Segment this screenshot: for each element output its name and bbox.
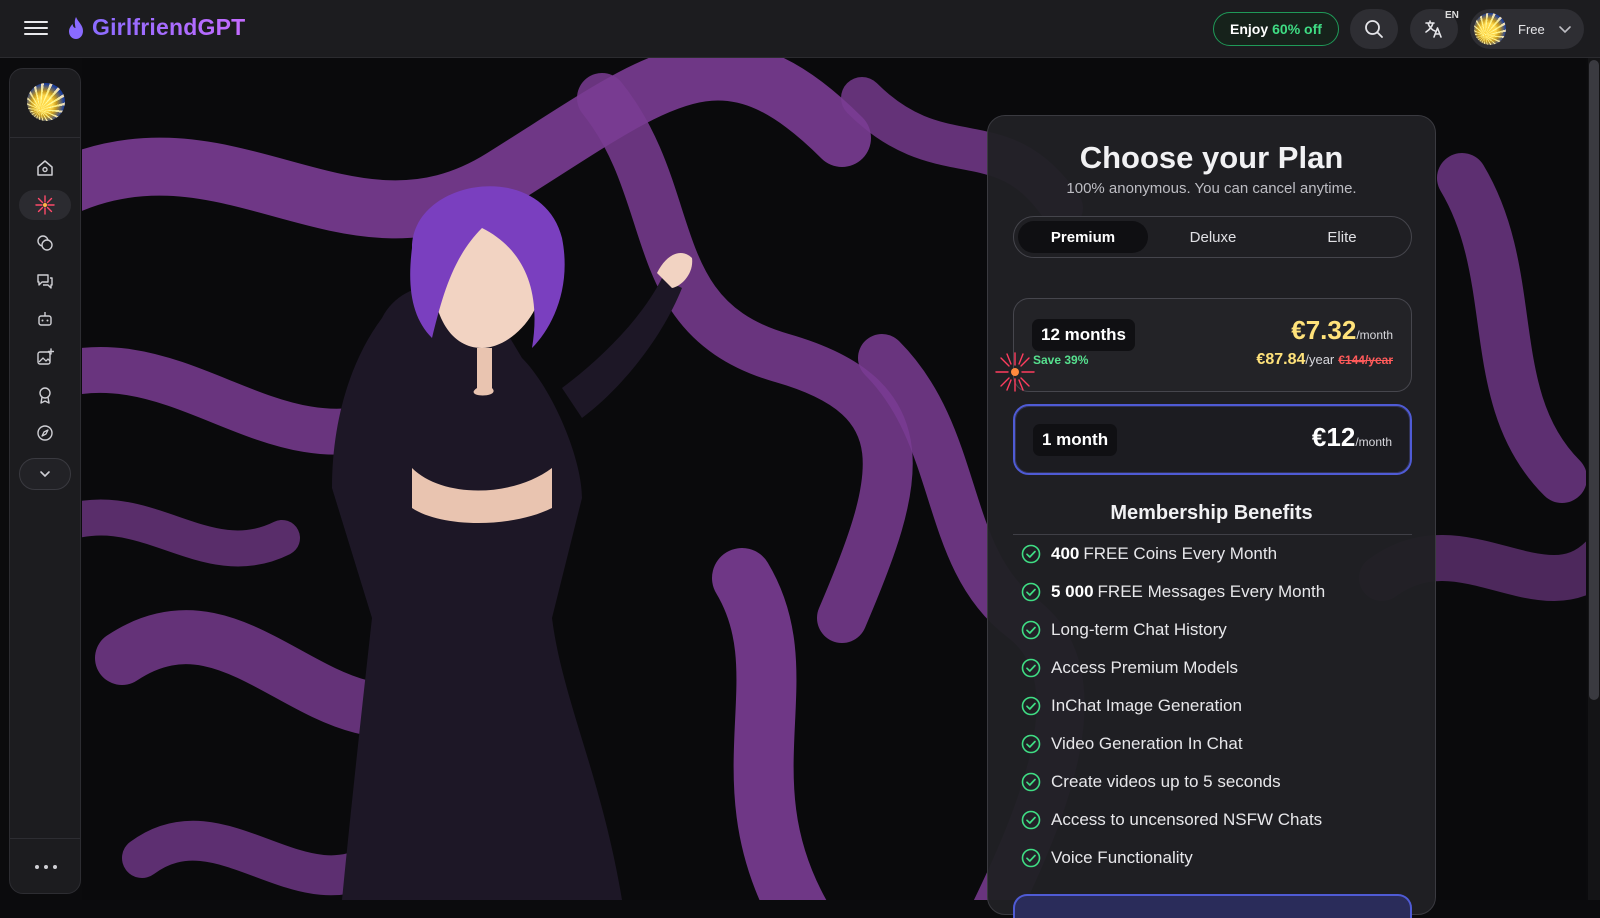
plan-duration-label: 12 months: [1032, 319, 1136, 351]
sidebar-divider: [10, 137, 80, 138]
check-circle-icon: [1021, 810, 1041, 830]
benefit-item: 400 FREE Coins Every Month: [1021, 542, 1277, 566]
benefit-text: FREE Messages Every Month: [1097, 582, 1326, 601]
scrollbar-thumb[interactable]: [1589, 60, 1599, 700]
benefit-text: Voice Functionality: [1051, 848, 1193, 867]
tab-deluxe[interactable]: Deluxe: [1148, 221, 1278, 253]
top-bar: GirlfriendGPT Enjoy 60% off EN Free: [0, 0, 1600, 58]
language-code: EN: [1445, 10, 1459, 21]
check-circle-icon: [1021, 848, 1041, 868]
avatar: [1474, 13, 1506, 45]
benefit-item: Voice Functionality: [1021, 846, 1193, 870]
firework-icon: [995, 352, 1035, 392]
sidebar-item-explore[interactable]: [19, 418, 71, 448]
benefit-amount: 5 000: [1051, 582, 1094, 601]
benefit-text: Long-term Chat History: [1051, 620, 1227, 639]
sidebar-item-image-generator[interactable]: [19, 342, 71, 372]
brand-logo[interactable]: GirlfriendGPT: [66, 14, 245, 41]
compass-icon: [37, 425, 53, 441]
yearly-price: €87.84/year €144/year: [1256, 351, 1393, 369]
plan-card: Choose your Plan 100% anonymous. You can…: [987, 115, 1436, 918]
benefit-text: Access to uncensored NSFW Chats: [1051, 810, 1323, 829]
award-icon: [39, 387, 51, 404]
sidebar-item-bots[interactable]: [19, 304, 71, 334]
save-badge: Save 39%: [1033, 353, 1089, 367]
coins-icon: [37, 235, 53, 251]
sidebar-avatar[interactable]: [27, 83, 65, 121]
search-icon: [1365, 20, 1383, 38]
translate-icon: [1425, 20, 1442, 38]
brand-name: GirlfriendGPT: [92, 14, 246, 40]
chevron-down-icon: [40, 471, 50, 478]
plan-option-1-month[interactable]: 1 month €12/month: [1013, 404, 1412, 475]
more-options-icon[interactable]: [35, 859, 57, 875]
home-icon: [37, 160, 53, 176]
check-circle-icon: [1021, 620, 1041, 640]
check-circle-icon: [1021, 544, 1041, 564]
subscribe-button[interactable]: [1013, 894, 1412, 918]
benefit-text: Create videos up to 5 seconds: [1051, 772, 1281, 791]
plan-option-12-months[interactable]: 12 months Save 39% €7.32/month €87.84/ye…: [995, 298, 1412, 392]
check-circle-icon: [1021, 658, 1041, 678]
flame-icon: [69, 16, 83, 39]
tab-premium[interactable]: Premium: [1018, 221, 1148, 253]
price-value: €12: [1311, 422, 1356, 452]
sidebar-divider: [10, 838, 80, 839]
check-circle-icon: [1021, 696, 1041, 716]
tab-elite[interactable]: Elite: [1277, 221, 1407, 253]
sidebar: [9, 68, 81, 894]
price-unit: /month: [1355, 435, 1392, 449]
price-unit: /month: [1356, 328, 1393, 342]
benefit-item: Video Generation In Chat: [1021, 732, 1243, 756]
plan-subtitle: 100% anonymous. You can cancel anytime.: [1066, 180, 1357, 197]
benefit-text: Video Generation In Chat: [1051, 734, 1243, 753]
old-price: €144/year: [1338, 353, 1393, 367]
benefit-item: Access Premium Models: [1021, 656, 1238, 680]
sidebar-item-chats[interactable]: [19, 266, 71, 296]
benefit-text: InChat Image Generation: [1051, 696, 1242, 715]
menu-icon[interactable]: [22, 17, 50, 41]
firework-icon: [35, 195, 55, 215]
benefit-item: Long-term Chat History: [1021, 618, 1227, 642]
promo-prefix: Enjoy: [1230, 21, 1269, 37]
bot-icon: [38, 312, 52, 326]
year-price-unit: /year: [1305, 352, 1335, 367]
benefit-item: Create videos up to 5 seconds: [1021, 770, 1281, 794]
benefit-item: InChat Image Generation: [1021, 694, 1242, 718]
user-plan-label: Free: [1518, 21, 1545, 37]
benefit-amount: 400: [1051, 544, 1080, 563]
image-generate-icon: [37, 348, 54, 365]
price-value: €7.32: [1291, 315, 1357, 345]
benefits-title: Membership Benefits: [1110, 502, 1313, 524]
benefit-text: FREE Coins Every Month: [1083, 544, 1278, 563]
benefit-item: 5 000 FREE Messages Every Month: [1021, 580, 1325, 604]
user-menu[interactable]: Free: [1470, 9, 1584, 49]
chat-icon: [37, 274, 53, 289]
sidebar-item-rewards[interactable]: [19, 380, 71, 410]
sidebar-item-coins[interactable]: [19, 228, 71, 258]
plan-tabs: Premium Deluxe Elite: [1013, 216, 1412, 258]
plan-duration-label: 1 month: [1033, 424, 1118, 456]
check-circle-icon: [1021, 734, 1041, 754]
page-title: Choose your Plan: [1079, 140, 1344, 175]
year-price-value: €87.84: [1256, 351, 1306, 368]
chevron-down-icon: [1559, 26, 1571, 34]
promo-button[interactable]: Enjoy 60% off: [1213, 12, 1339, 46]
sidebar-item-premium[interactable]: [19, 190, 71, 220]
promo-discount: 60% off: [1272, 21, 1322, 37]
check-circle-icon: [1021, 772, 1041, 792]
sidebar-item-home[interactable]: [19, 153, 71, 183]
benefits-divider: [1013, 534, 1412, 535]
monthly-price: €12/month: [1312, 422, 1392, 453]
sidebar-expand-button[interactable]: [19, 458, 71, 490]
monthly-price: €7.32/month: [1291, 315, 1393, 346]
benefit-text: Access Premium Models: [1051, 658, 1239, 677]
benefit-item: Access to uncensored NSFW Chats: [1021, 808, 1322, 832]
search-button[interactable]: [1350, 9, 1398, 49]
check-circle-icon: [1021, 582, 1041, 602]
